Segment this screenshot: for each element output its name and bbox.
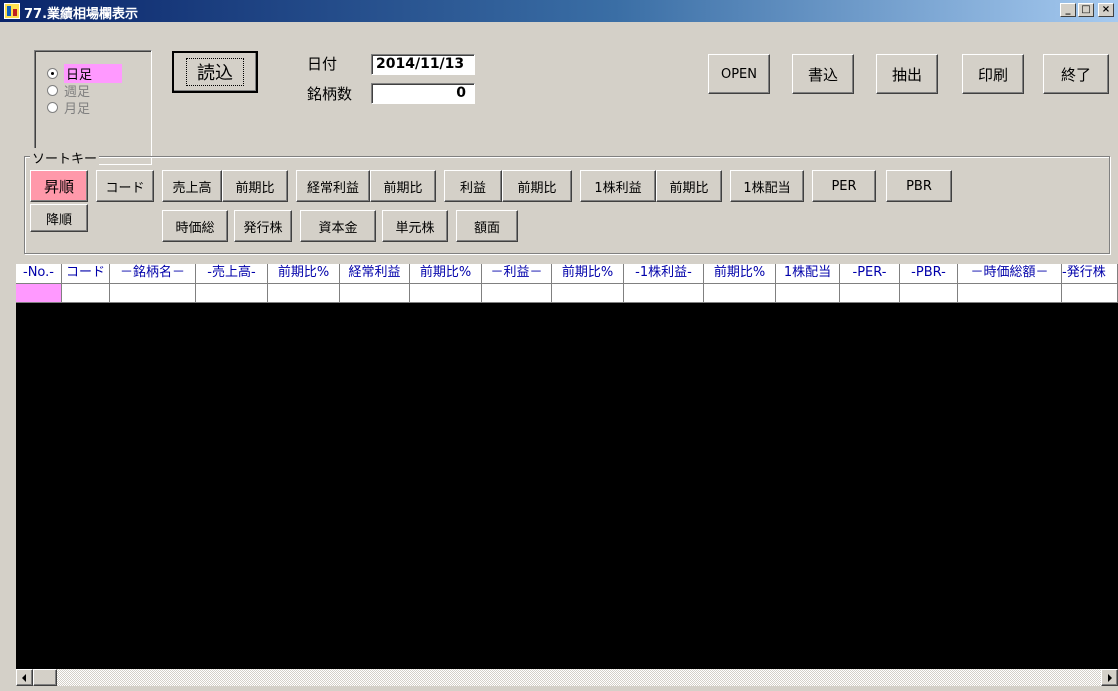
date-label: 日付 — [307, 55, 338, 73]
table-cell[interactable] — [776, 284, 840, 303]
table-cell[interactable] — [16, 284, 62, 303]
table-cell[interactable] — [62, 284, 110, 303]
exit-button[interactable]: 終了 — [1043, 54, 1109, 94]
sort-ordinary-profit-button[interactable]: 経常利益 — [296, 170, 370, 202]
extract-button[interactable]: 抽出 — [876, 54, 938, 94]
grid-header: -No.- コード －銘柄名－ -売上高- 前期比% 経常利益 前期比% －利益… — [16, 264, 1118, 284]
count-label: 銘柄数 — [307, 85, 353, 103]
print-button[interactable]: 印刷 — [962, 54, 1024, 94]
sort-eps-button[interactable]: 1株利益 — [580, 170, 656, 202]
col-market-cap[interactable]: －時価総額－ — [958, 264, 1062, 284]
sort-sales-button[interactable]: 売上高 — [162, 170, 222, 202]
col-ordinary-profit[interactable]: 経常利益 — [340, 264, 410, 284]
col-pbr[interactable]: -PBR- — [900, 264, 958, 284]
radio-monthly-label: 月足 — [64, 101, 91, 117]
table-cell[interactable] — [196, 284, 268, 303]
close-button[interactable]: × — [1098, 3, 1114, 17]
col-shares[interactable]: -発行株 — [1062, 264, 1118, 284]
scroll-left-button[interactable] — [16, 669, 33, 686]
col-ordinary-yoy[interactable]: 前期比% — [410, 264, 482, 284]
horizontal-scrollbar[interactable] — [16, 669, 1118, 686]
table-row[interactable] — [16, 284, 1118, 303]
sort-capital-button[interactable]: 資本金 — [300, 210, 376, 242]
sort-ordinary-yoy-button[interactable]: 前期比 — [370, 170, 436, 202]
radio-weekly-button[interactable] — [47, 84, 58, 96]
table-cell[interactable] — [410, 284, 482, 303]
col-dividend[interactable]: 1株配当 — [776, 264, 840, 284]
sort-unit-shares-button[interactable]: 単元株 — [382, 210, 448, 242]
date-field[interactable]: 2014/11/13 — [371, 54, 475, 75]
sort-eps-yoy-button[interactable]: 前期比 — [656, 170, 722, 202]
sort-shares-button[interactable]: 発行株 — [234, 210, 292, 242]
scroll-thumb[interactable] — [33, 669, 57, 686]
table-cell[interactable] — [268, 284, 340, 303]
scroll-right-icon — [1107, 673, 1112, 682]
data-grid[interactable]: -No.- コード －銘柄名－ -売上高- 前期比% 経常利益 前期比% －利益… — [16, 264, 1118, 669]
sort-market-cap-button[interactable]: 時価総 — [162, 210, 228, 242]
col-sales-yoy[interactable]: 前期比% — [268, 264, 340, 284]
col-name[interactable]: －銘柄名－ — [110, 264, 196, 284]
sort-profit-yoy-button[interactable]: 前期比 — [502, 170, 572, 202]
desc-button[interactable]: 降順 — [30, 204, 88, 232]
open-button[interactable]: OPEN — [708, 54, 770, 94]
asc-button[interactable]: 昇順 — [30, 170, 88, 202]
radio-monthly[interactable]: 月足 — [47, 99, 91, 117]
sort-sales-yoy-button[interactable]: 前期比 — [222, 170, 288, 202]
col-profit-yoy[interactable]: 前期比% — [552, 264, 624, 284]
sort-dividend-button[interactable]: 1株配当 — [730, 170, 804, 202]
table-cell[interactable] — [704, 284, 776, 303]
sort-face-value-button[interactable]: 額面 — [456, 210, 518, 242]
table-cell[interactable] — [110, 284, 196, 303]
table-cell[interactable] — [958, 284, 1062, 303]
sort-per-button[interactable]: PER — [812, 170, 876, 202]
col-no[interactable]: -No.- — [16, 264, 62, 284]
radio-daily[interactable]: 日足 — [47, 63, 123, 83]
sort-pbr-button[interactable]: PBR — [886, 170, 952, 202]
read-button-label: 読込 — [186, 58, 244, 86]
table-cell[interactable] — [552, 284, 624, 303]
table-cell[interactable] — [840, 284, 900, 303]
maximize-button[interactable]: □ — [1078, 3, 1094, 17]
table-cell[interactable] — [340, 284, 410, 303]
col-eps[interactable]: -1株利益- — [624, 264, 704, 284]
scroll-left-icon — [21, 673, 26, 682]
col-eps-yoy[interactable]: 前期比% — [704, 264, 776, 284]
col-code[interactable]: コード — [62, 264, 110, 284]
sort-title: ソートキー — [30, 148, 100, 167]
table-cell[interactable] — [482, 284, 552, 303]
window-title: 77.業績相場欄表示 — [24, 7, 139, 22]
sort-profit-button[interactable]: 利益 — [444, 170, 502, 202]
app-icon — [4, 3, 20, 19]
col-profit[interactable]: －利益－ — [482, 264, 552, 284]
table-cell[interactable] — [1062, 284, 1118, 303]
count-field[interactable]: 0 — [371, 83, 475, 104]
radio-daily-button[interactable] — [47, 67, 58, 79]
col-sales[interactable]: -売上高- — [196, 264, 268, 284]
table-cell[interactable] — [624, 284, 704, 303]
radio-monthly-button[interactable] — [47, 101, 58, 113]
scroll-right-button[interactable] — [1101, 669, 1118, 686]
minimize-button[interactable]: _ — [1060, 3, 1076, 17]
write-button[interactable]: 書込 — [792, 54, 854, 94]
read-button[interactable]: 読込 — [172, 51, 258, 93]
table-cell[interactable] — [900, 284, 958, 303]
sort-code-button[interactable]: コード — [96, 170, 154, 202]
radio-weekly[interactable]: 週足 — [47, 82, 90, 100]
col-per[interactable]: -PER- — [840, 264, 900, 284]
title-bar: 77.業績相場欄表示 _ □ × — [0, 0, 1118, 22]
